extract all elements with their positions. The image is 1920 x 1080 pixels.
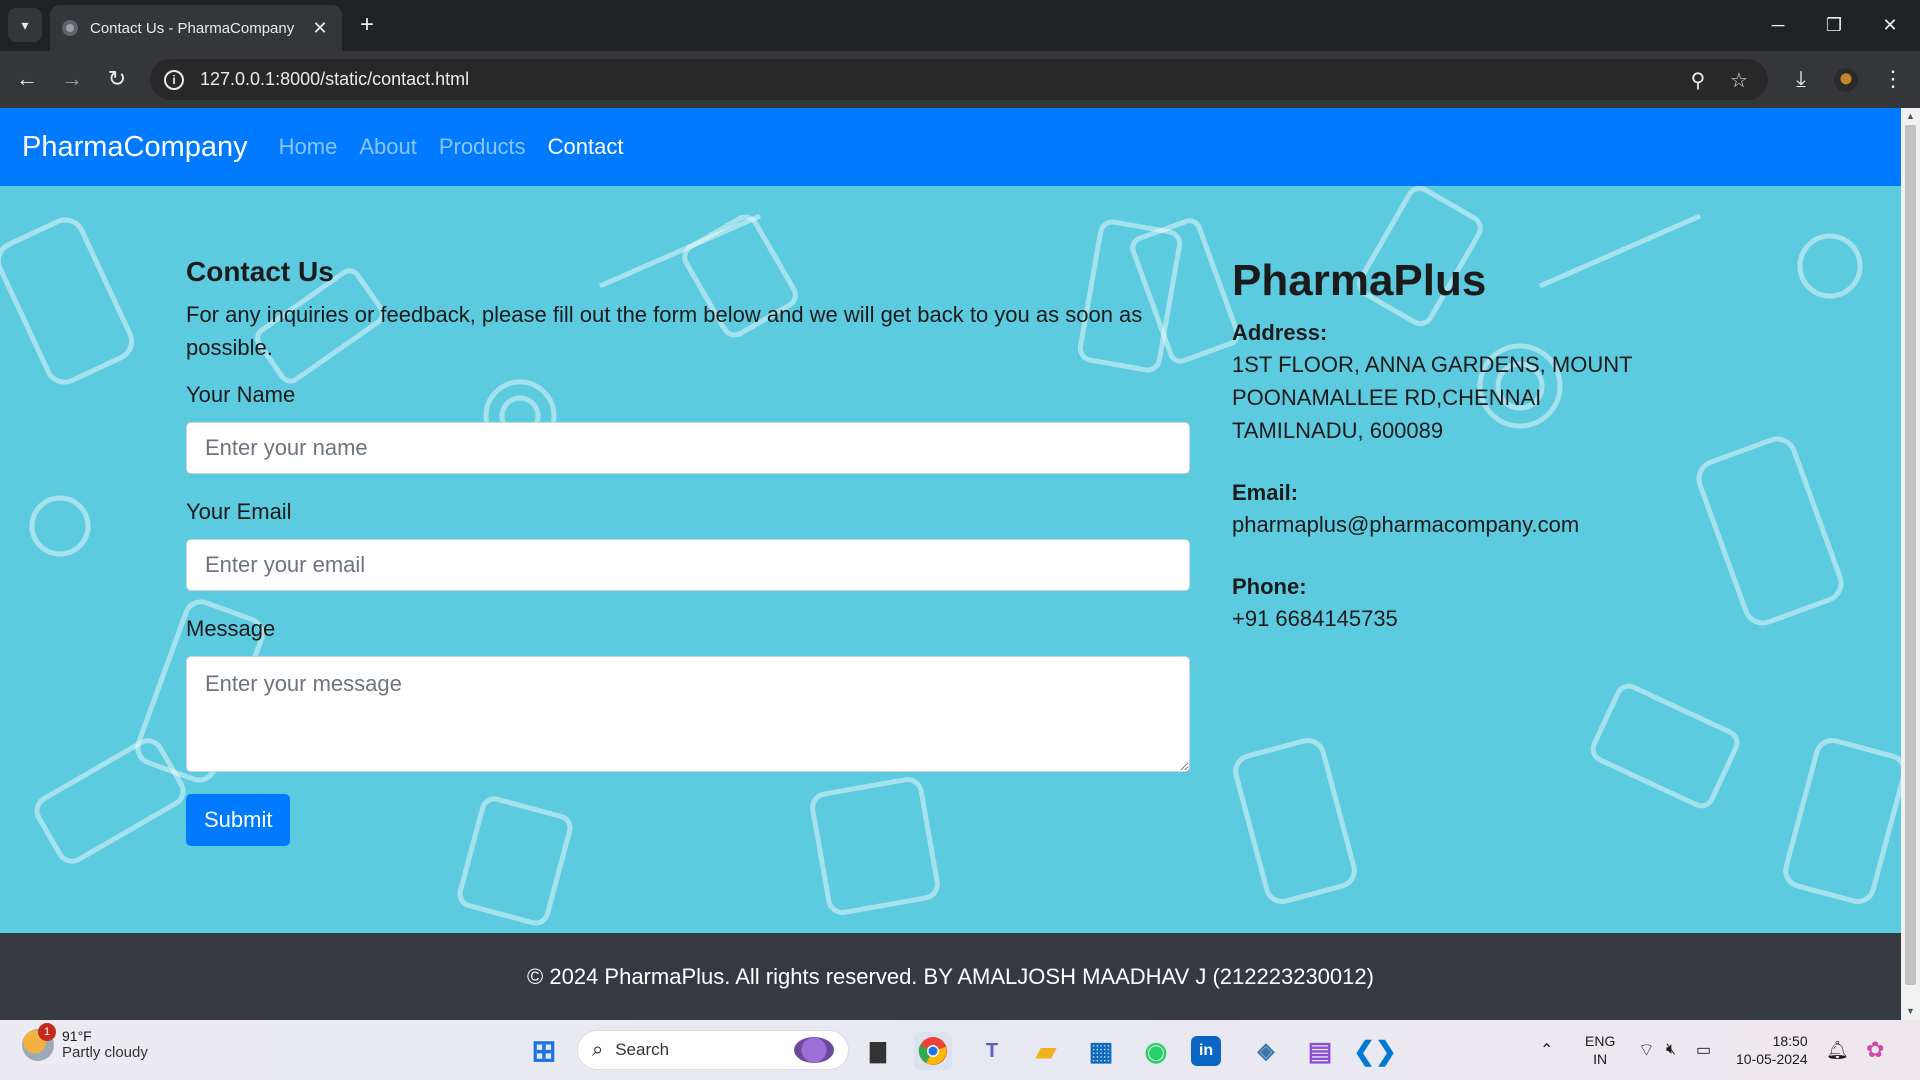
site-info-icon[interactable]: i [164, 69, 184, 90]
company-name: PharmaPlus [1232, 256, 1487, 305]
wifi-icon[interactable]: ⌔ [1638, 1020, 1655, 1080]
lang-2: IN [1593, 1051, 1608, 1067]
bookmark-star-icon[interactable]: ☆ [1726, 67, 1752, 93]
vscode-icon[interactable]: ❮❯ [1353, 1032, 1397, 1070]
notification-bell-icon[interactable]: 🔔︎ [1826, 1020, 1849, 1080]
nav-link-about[interactable]: About [359, 134, 417, 160]
email-input[interactable] [186, 539, 1190, 591]
scroll-thumb[interactable] [1905, 125, 1916, 985]
weather-widget[interactable]: 1 91°F Partly cloudy [22, 1022, 148, 1061]
close-window-button[interactable]: ✕ [1862, 0, 1918, 51]
name-label: Your Name [186, 382, 296, 407]
lang-1: ENG [1585, 1033, 1616, 1049]
weather-badge: 1 [38, 1022, 56, 1041]
chrome-logo-svg [918, 1037, 947, 1065]
company-email: pharmaplus@pharmacompany.com [1232, 512, 1580, 537]
minimize-button[interactable]: ─ [1750, 0, 1806, 51]
new-tab-button[interactable]: + [352, 10, 382, 40]
search-label: Search [615, 1040, 670, 1059]
reload-button[interactable]: ↻ [99, 61, 135, 97]
browser-tab[interactable]: Contact Us - PharmaCompany ✕ [50, 5, 342, 51]
tab-search-button[interactable]: ▾ [8, 8, 42, 42]
message-textarea[interactable] [186, 656, 1190, 772]
download-icon[interactable]: ⤓ [1783, 61, 1819, 97]
time-text: 18:50 [1772, 1033, 1808, 1049]
chrome-icon[interactable] [914, 1032, 952, 1070]
browser-toolbar: ← → ↻ i 127.0.0.1:8000/static/contact.ht… [0, 51, 1920, 108]
language-indicator[interactable]: ENG IN [1585, 1020, 1615, 1080]
date-text: 10-05-2024 [1736, 1051, 1808, 1067]
linkedin-icon[interactable]: in [1191, 1036, 1221, 1066]
search-icon: ⌕ [592, 1038, 604, 1061]
weather-desc: Partly cloudy [62, 1044, 148, 1061]
contact-heading: Contact Us [186, 256, 334, 287]
tab-close-icon[interactable]: ✕ [310, 18, 330, 39]
whatsapp-icon[interactable]: ◉ [1137, 1032, 1175, 1070]
url-text[interactable]: 127.0.0.1:8000/static/contact.html [200, 69, 469, 90]
address-line-2: POONAMALLEE RD,CHENNAI [1232, 385, 1542, 410]
name-input[interactable] [186, 422, 1190, 474]
page-viewport: PharmaCompany Home About Products Contac… [0, 108, 1920, 1020]
nav-link-home[interactable]: Home [279, 134, 338, 160]
file-explorer-icon[interactable]: ▰ [1027, 1032, 1065, 1070]
company-info-column: PharmaPlus Address: 1ST FLOOR, ANNA GARD… [1232, 256, 1652, 635]
clipchamp-icon[interactable]: ▤ [1301, 1032, 1339, 1070]
task-view-icon[interactable]: ▇ [859, 1032, 897, 1070]
search-highlight-icon [794, 1037, 834, 1063]
back-button[interactable]: ← [9, 61, 45, 97]
tab-title: Contact Us - PharmaCompany [90, 19, 295, 37]
battery-icon[interactable]: ▭ [1696, 1020, 1711, 1080]
scroll-up-arrow-icon[interactable]: ▲ [1906, 111, 1915, 121]
nav-link-products[interactable]: Products [439, 134, 526, 160]
scroll-down-arrow-icon[interactable]: ▼ [1906, 1006, 1915, 1016]
nav-link-contact[interactable]: Contact [548, 134, 624, 160]
globe-icon [62, 20, 78, 36]
contact-section: Contact Us For any inquiries or feedback… [0, 186, 1901, 933]
page-scrollbar[interactable]: ▲ ▼ [1901, 108, 1920, 1020]
taskbar-search[interactable]: ⌕ Search [577, 1030, 849, 1070]
site-footer: © 2024 PharmaPlus. All rights reserved. … [0, 933, 1901, 1020]
address-label: Address: [1232, 320, 1328, 345]
contact-description: For any inquiries or feedback, please fi… [186, 302, 1143, 360]
partly-cloudy-icon: 1 [22, 1022, 56, 1061]
contact-form-column: Contact Us For any inquiries or feedback… [186, 256, 1190, 846]
volume-muted-icon[interactable]: 🔇︎ [1666, 1020, 1676, 1080]
footer-text: © 2024 PharmaPlus. All rights reserved. … [527, 963, 1374, 989]
teams-icon[interactable]: T [973, 1032, 1011, 1070]
address-bar[interactable]: i 127.0.0.1:8000/static/contact.html ⚲ ☆ [150, 59, 1768, 100]
navbar-brand[interactable]: PharmaCompany [22, 131, 248, 164]
submit-button[interactable]: Submit [186, 794, 291, 846]
copilot-icon[interactable]: ✿ [1866, 1020, 1884, 1080]
windows-taskbar: 1 91°F Partly cloudy ⊞ ⌕ Search ▇ T ▰ ▦ … [0, 1020, 1920, 1080]
weather-temp: 91°F [62, 1028, 92, 1044]
restore-button[interactable]: ❐ [1806, 0, 1862, 51]
company-phone: +91 6684145735 [1232, 606, 1398, 631]
email-label: Your Email [186, 499, 292, 524]
store-icon[interactable]: ▦ [1082, 1032, 1120, 1070]
message-label: Message [186, 616, 276, 641]
python-icon[interactable]: ◈ [1247, 1032, 1285, 1070]
phone-label: Phone: [1232, 574, 1307, 599]
address-line-3: TAMILNADU, 600089 [1232, 418, 1444, 443]
address-line-1: 1ST FLOOR, ANNA GARDENS, MOUNT [1232, 352, 1633, 377]
show-hidden-icons-icon[interactable]: ⌃ [1540, 1020, 1553, 1080]
zoom-icon[interactable]: ⚲ [1685, 67, 1711, 93]
clock[interactable]: 18:50 10-05-2024 [1736, 1020, 1808, 1080]
windows-start-icon[interactable]: ⊞ [525, 1032, 563, 1070]
menu-kebab-icon[interactable]: ⋮ [1875, 61, 1911, 97]
browser-tab-strip: ▾ Contact Us - PharmaCompany ✕ + ─ ❐ ✕ [0, 0, 1920, 51]
email-info-label: Email: [1232, 480, 1299, 505]
forward-button[interactable]: → [54, 61, 90, 97]
profile-avatar[interactable] [1834, 68, 1858, 92]
site-navbar: PharmaCompany Home About Products Contac… [0, 108, 1901, 186]
